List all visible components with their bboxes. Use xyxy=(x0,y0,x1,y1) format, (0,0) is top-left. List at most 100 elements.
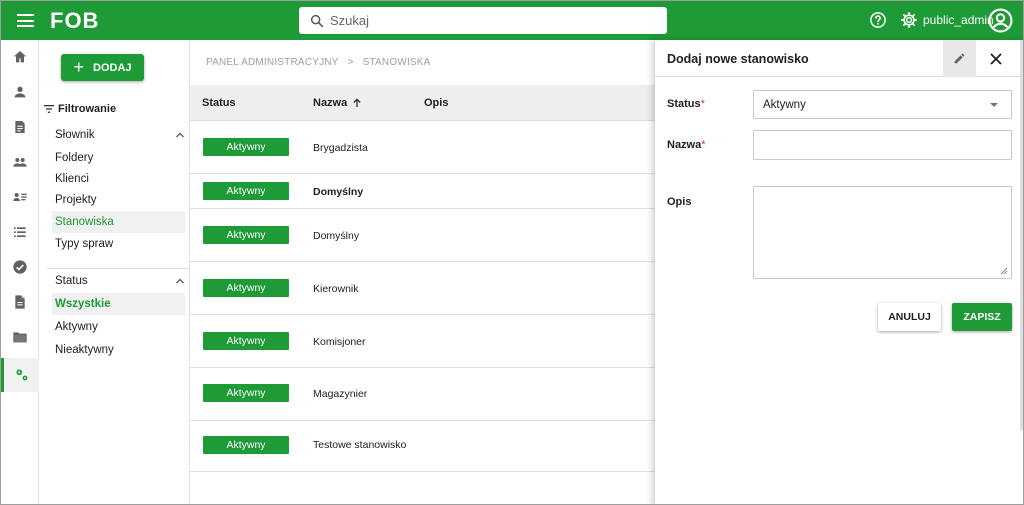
nav-groups[interactable] xyxy=(1,145,39,179)
settings-icon xyxy=(16,369,27,381)
edit-button[interactable] xyxy=(943,40,976,77)
add-position-panel: Dodaj nowe stanowisko Status* Aktywny Na… xyxy=(655,40,1023,504)
add-button[interactable]: + DODAJ xyxy=(61,54,144,81)
table-row[interactable]: Aktywny Testowe stanowisko xyxy=(190,422,655,472)
description-field-label: Opis xyxy=(667,196,692,208)
filter-item-klienci[interactable]: Klienci xyxy=(52,168,185,190)
required-mark: * xyxy=(700,98,705,110)
filter-title: Filtrowanie xyxy=(44,103,116,115)
status-field-label: Status* xyxy=(667,98,705,110)
search-input[interactable] xyxy=(330,10,650,31)
filter-panel: + DODAJ Filtrowanie Słownik Foldery Klien… xyxy=(39,40,190,504)
column-header-name[interactable]: Nazwa xyxy=(313,97,362,109)
filter-icon xyxy=(44,105,54,113)
filter-item-stanowiska[interactable]: Stanowiska xyxy=(52,211,185,233)
plus-icon: + xyxy=(73,56,84,77)
breadcrumb-root[interactable]: PANEL ADMINISTRACYJNY xyxy=(206,57,339,68)
list-icon xyxy=(14,227,26,237)
table-row[interactable]: Aktywny Magazynier xyxy=(190,369,655,421)
panel-scrollbar[interactable] xyxy=(1020,40,1023,430)
nav-contacts[interactable] xyxy=(1,180,39,214)
menu-icon[interactable] xyxy=(17,14,34,27)
filter-item-aktywny[interactable]: Aktywny xyxy=(52,316,185,338)
app-logo: FOB xyxy=(50,8,100,33)
status-select[interactable]: Aktywny xyxy=(753,90,1012,119)
filter-item-wszystkie[interactable]: Wszystkie xyxy=(52,293,185,315)
table-header: Status Nazwa Opis xyxy=(190,85,655,121)
search-icon xyxy=(310,14,324,28)
description-textarea[interactable] xyxy=(753,186,1012,279)
table-row[interactable]: Aktywny Komisjoner xyxy=(190,316,655,368)
nav-home[interactable] xyxy=(1,40,39,74)
chevron-up-icon xyxy=(176,278,184,284)
status-group-header[interactable]: Status xyxy=(55,275,185,287)
add-button-label: DODAJ xyxy=(93,61,132,74)
resize-grip-icon[interactable] xyxy=(998,265,1008,275)
check-circle-icon xyxy=(13,260,27,274)
filter-item-foldery[interactable]: Foldery xyxy=(52,147,185,169)
nav-list[interactable] xyxy=(1,215,39,249)
nav-users[interactable] xyxy=(1,75,39,109)
filter-item-typy-spraw[interactable]: Typy spraw xyxy=(52,233,185,255)
status-select-value: Aktywny xyxy=(763,99,806,111)
status-badge: Aktywny xyxy=(203,436,289,454)
column-header-status[interactable]: Status xyxy=(202,97,236,109)
save-button[interactable]: ZAPISZ xyxy=(952,303,1012,331)
table-row[interactable]: Aktywny Kierownik xyxy=(190,263,655,315)
person-icon xyxy=(14,86,26,98)
row-name: Testowe stanowisko xyxy=(313,439,407,451)
top-bar: FOB public_admin xyxy=(1,1,1023,40)
dictionary-group-header[interactable]: Słownik xyxy=(55,129,185,141)
row-name: Domyślny xyxy=(313,230,360,242)
status-badge: Aktywny xyxy=(203,138,289,156)
close-icon xyxy=(990,52,1002,65)
panel-header: Dodaj nowe stanowisko xyxy=(655,40,1023,77)
table-row[interactable]: Aktywny Domyślny xyxy=(190,210,655,262)
row-name: Kierownik xyxy=(313,283,359,295)
breadcrumb-separator: > xyxy=(347,57,354,68)
nav-folders[interactable] xyxy=(1,320,39,354)
table-row[interactable]: Aktywny Domyślny xyxy=(190,175,655,209)
filter-divider xyxy=(47,268,190,269)
filter-item-nieaktywny[interactable]: Nieaktywny xyxy=(52,339,185,361)
app-window: FOB public_admin xyxy=(0,0,1024,505)
nav-admin[interactable] xyxy=(1,358,39,392)
sort-ascending-icon xyxy=(353,98,361,107)
table-row[interactable]: Aktywny Brygadzista xyxy=(190,122,655,174)
chevron-up-icon xyxy=(176,132,184,138)
help-icon[interactable] xyxy=(869,11,887,29)
row-name: Brygadzista xyxy=(313,142,368,154)
account-avatar-icon[interactable] xyxy=(988,8,1013,33)
nav-files[interactable] xyxy=(1,285,39,319)
people-icon xyxy=(13,158,27,167)
contacts-list-icon xyxy=(13,193,27,201)
row-name: Komisjoner xyxy=(313,336,366,348)
filter-item-projekty[interactable]: Projekty xyxy=(52,189,185,211)
nav-tasks[interactable] xyxy=(1,250,39,284)
status-badge: Aktywny xyxy=(203,332,289,350)
status-badge: Aktywny xyxy=(203,279,289,297)
panel-title: Dodaj nowe stanowisko xyxy=(667,52,809,66)
home-icon xyxy=(14,51,26,63)
dropdown-caret-icon xyxy=(990,103,998,107)
name-field-label: Nazwa* xyxy=(667,139,706,151)
filter-title-label: Filtrowanie xyxy=(58,103,117,115)
document-icon xyxy=(15,121,25,133)
name-input[interactable] xyxy=(753,130,1012,160)
breadcrumb: PANEL ADMINISTRACYJNY > STANOWISKA xyxy=(206,57,431,68)
folder-icon xyxy=(13,332,27,343)
nav-documents[interactable] xyxy=(1,110,39,144)
username-label[interactable]: public_admin xyxy=(923,13,994,27)
status-badge: Aktywny xyxy=(203,182,289,200)
pencil-icon xyxy=(954,53,965,64)
search-box[interactable] xyxy=(299,7,667,34)
row-name: Magazynier xyxy=(313,388,368,400)
status-badge: Aktywny xyxy=(203,226,289,244)
required-mark: * xyxy=(701,139,706,151)
settings-gear-icon[interactable] xyxy=(900,11,918,29)
status-badge: Aktywny xyxy=(203,384,289,402)
column-header-description[interactable]: Opis xyxy=(424,97,448,109)
breadcrumb-current: STANOWISKA xyxy=(362,57,431,68)
cancel-button[interactable]: ANULUJ xyxy=(878,303,941,331)
close-button[interactable] xyxy=(976,40,1016,77)
